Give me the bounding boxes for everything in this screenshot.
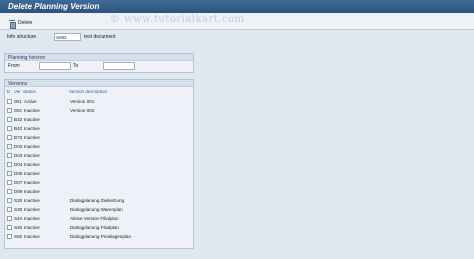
- column-header-version[interactable]: Ver: [14, 89, 23, 96]
- from-date-input[interactable]: [39, 62, 71, 70]
- version-code: B42: [14, 126, 23, 131]
- planning-horizon-group: Planning horizon From To: [4, 53, 194, 73]
- row-checkbox[interactable]: [7, 189, 12, 194]
- row-checkbox[interactable]: [7, 207, 12, 212]
- table-row[interactable]: B32 Inactive: [7, 116, 70, 123]
- version-code: B73: [14, 135, 23, 140]
- horizon-fields-row: From To: [8, 62, 135, 70]
- version-status: Inactive: [24, 198, 40, 203]
- table-row[interactable]: D03 Inactive: [7, 152, 70, 159]
- version-status: Inactive: [24, 216, 40, 221]
- to-date-input[interactable]: [103, 62, 135, 70]
- version-code: D05: [14, 171, 23, 176]
- version-code: 001: [14, 99, 22, 104]
- row-checkbox[interactable]: [7, 117, 12, 122]
- version-code: B32: [14, 117, 23, 122]
- main-content: Info structure S082 test document Planni…: [0, 31, 474, 259]
- table-row[interactable]: S4A Inactive Aktive Version Filialplan: [7, 215, 119, 222]
- table-row[interactable]: B73 Inactive: [7, 134, 70, 141]
- version-code: D09: [14, 189, 23, 194]
- version-description: Version 002: [70, 108, 95, 113]
- versions-table-header: D Ver Status Version description: [7, 89, 107, 96]
- version-description: Dialogplanung Preislagenplan: [70, 234, 132, 239]
- table-row[interactable]: D02 Inactive: [7, 143, 70, 150]
- version-status: Inactive: [24, 162, 40, 167]
- from-label: From: [8, 63, 20, 69]
- table-row[interactable]: D05 Inactive: [7, 170, 70, 177]
- version-code: S20: [14, 198, 23, 203]
- table-row[interactable]: D07 Inactive: [7, 179, 70, 186]
- row-checkbox[interactable]: [7, 171, 12, 176]
- version-code: D04: [14, 162, 23, 167]
- version-status: Active: [24, 99, 37, 104]
- to-label: To: [73, 63, 79, 69]
- version-code: S30: [14, 207, 23, 212]
- version-status: Inactive: [24, 234, 40, 239]
- version-description: Dialogplanung Warenplan: [70, 207, 123, 212]
- table-row[interactable]: D09 Inactive: [7, 188, 70, 195]
- watermark: © www.tutorialkart.com: [110, 14, 245, 25]
- row-checkbox[interactable]: [7, 180, 12, 185]
- row-checkbox[interactable]: [7, 198, 12, 203]
- row-checkbox[interactable]: [7, 153, 12, 158]
- table-row[interactable]: S40 Inactive Dialogplanung Filialplan: [7, 224, 119, 231]
- delete-button-label: Delete: [18, 20, 33, 26]
- version-code: D02: [14, 144, 23, 149]
- version-code: D07: [14, 180, 23, 185]
- table-row[interactable]: D04 Inactive: [7, 161, 70, 168]
- version-status: Inactive: [24, 153, 40, 158]
- version-status: Inactive: [24, 225, 40, 230]
- version-code: S4A: [14, 216, 23, 221]
- version-status: Inactive: [24, 180, 40, 185]
- table-row[interactable]: S50 Inactive Dialogplanung Preislagenpla…: [7, 233, 131, 240]
- info-structure-row: Info structure S082 test document: [7, 33, 115, 41]
- version-description: Aktive Version Filialplan: [70, 216, 119, 221]
- row-checkbox[interactable]: [7, 99, 12, 104]
- version-status: Inactive: [24, 189, 40, 194]
- trash-icon: [9, 19, 16, 29]
- column-header-description[interactable]: Version description: [69, 89, 107, 96]
- version-status: Inactive: [24, 117, 40, 122]
- version-description: Version 001: [70, 99, 95, 104]
- table-row[interactable]: S30 Inactive Dialogplanung Warenplan: [7, 206, 123, 213]
- column-header-d[interactable]: D: [7, 89, 14, 96]
- planning-horizon-title: Planning horizon: [5, 54, 193, 61]
- version-status: Inactive: [24, 144, 40, 149]
- version-status: Inactive: [24, 171, 40, 176]
- version-description: Dialogplanung Filialplan: [70, 225, 119, 230]
- row-checkbox[interactable]: [7, 234, 12, 239]
- row-checkbox[interactable]: [7, 144, 12, 149]
- version-code: D03: [14, 153, 23, 158]
- row-checkbox[interactable]: [7, 216, 12, 221]
- version-code: S50: [14, 234, 23, 239]
- delete-button[interactable]: Delete: [9, 19, 33, 29]
- table-row[interactable]: B42 Inactive: [7, 125, 70, 132]
- info-structure-field[interactable]: S082: [54, 33, 81, 41]
- row-checkbox[interactable]: [7, 135, 12, 140]
- info-structure-description: test document: [84, 34, 116, 40]
- table-row[interactable]: S20 Inactive Dialogplanung Zielsetzung: [7, 197, 124, 204]
- row-checkbox[interactable]: [7, 225, 12, 230]
- version-status: Inactive: [24, 126, 40, 131]
- row-checkbox[interactable]: [7, 162, 12, 167]
- versions-title: Versions: [5, 80, 193, 87]
- version-description: Dialogplanung Zielsetzung: [70, 198, 125, 203]
- column-header-status[interactable]: Status: [23, 89, 69, 96]
- window-title: Delete Planning Version: [0, 0, 474, 13]
- version-code: 002: [14, 108, 22, 113]
- table-row[interactable]: 001 Active Version 001: [7, 98, 94, 105]
- version-status: Inactive: [24, 135, 40, 140]
- version-status: Inactive: [24, 207, 40, 212]
- version-code: S40: [14, 225, 23, 230]
- row-checkbox[interactable]: [7, 108, 12, 113]
- table-row[interactable]: 002 Inactive Version 002: [7, 107, 94, 114]
- version-status: Inactive: [24, 108, 40, 113]
- row-checkbox[interactable]: [7, 126, 12, 131]
- versions-group: Versions D Ver Status Version descriptio…: [4, 79, 194, 249]
- info-structure-label: Info structure: [7, 34, 37, 40]
